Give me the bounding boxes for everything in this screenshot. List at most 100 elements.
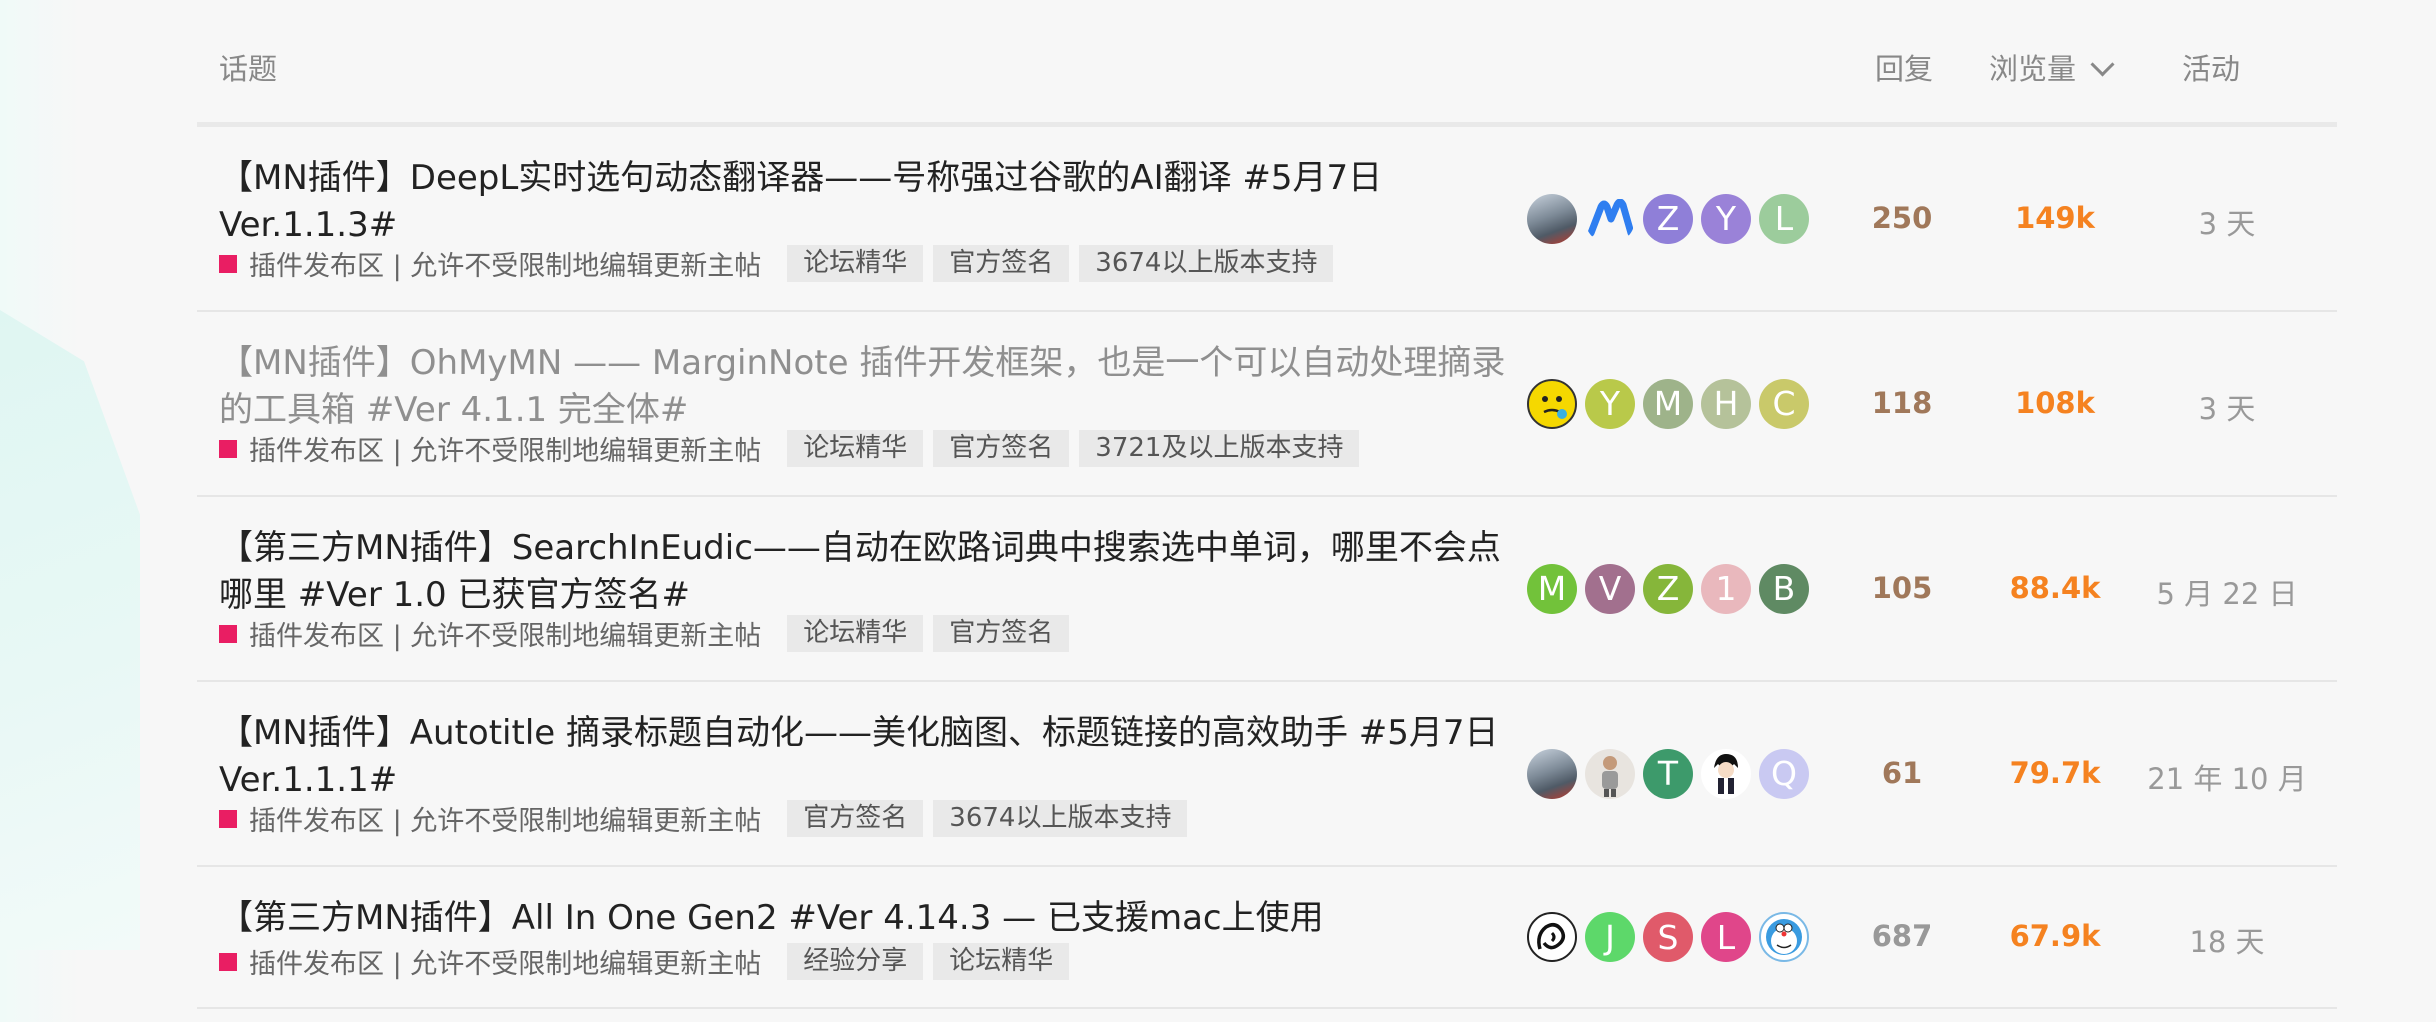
avatar[interactable]: H xyxy=(1701,378,1751,429)
chevron-down-icon xyxy=(2090,52,2115,77)
avatar-doraemon[interactable] xyxy=(1759,912,1809,962)
last-activity[interactable]: 18 天 xyxy=(2142,919,2312,961)
topic-list-header: 话题 回复 浏览量 活动 xyxy=(197,0,2337,127)
last-activity[interactable]: 3 天 xyxy=(2142,386,2312,428)
avatar[interactable]: L xyxy=(1701,912,1751,962)
topic-tag[interactable]: 论坛精华 xyxy=(787,615,924,652)
avatar[interactable]: M xyxy=(1643,378,1693,429)
category-link[interactable]: 插件发布区 | 允许不受限制地编辑更新主帖 xyxy=(249,614,761,653)
topic-title-link[interactable]: 【MN插件】Autotitle 摘录标题自动化——美化脑图、标题链接的高效助手 … xyxy=(219,710,1539,804)
avatar-photo[interactable] xyxy=(1527,748,1577,799)
category-color-badge xyxy=(219,809,237,828)
background-decoration xyxy=(0,310,140,950)
category-color-badge xyxy=(219,254,237,273)
topic-tag[interactable]: 3674以上版本支持 xyxy=(1079,245,1334,282)
avatar-photo[interactable] xyxy=(1527,193,1577,244)
topic-tag[interactable]: 官方签名 xyxy=(933,430,1070,467)
avatar[interactable]: 1 xyxy=(1701,563,1751,614)
header-replies[interactable]: 回复 xyxy=(1875,46,1933,88)
topic-title-line: 哪里 #Ver 1.0 已获官方签名# xyxy=(219,575,690,615)
topic-title-line: 【MN插件】OhMyMN —— MarginNote 插件开发框架，也是一个可以… xyxy=(219,343,1506,383)
topic-title-link[interactable]: 【第三方MN插件】SearchInEudic——自动在欧路词典中搜索选中单词，哪… xyxy=(219,525,1539,619)
view-count: 88.4k xyxy=(2009,570,2101,605)
avatar[interactable]: Z xyxy=(1643,193,1693,244)
topic-title-line: Ver.1.1.3# xyxy=(219,205,398,245)
topic-posters: TQ xyxy=(1527,748,1809,799)
topic-title-line: Ver.1.1.1# xyxy=(219,760,398,800)
topic-meta: 插件发布区 | 允许不受限制地编辑更新主帖 论坛精华 官方签名 3721及以上版本支持 xyxy=(219,430,1369,467)
category-color-badge xyxy=(219,952,237,971)
header-topic[interactable]: 话题 xyxy=(219,46,277,88)
topic-title-link[interactable]: 【MN插件】DeepL实时选句动态翻译器——号称强过谷歌的AI翻译 #5月7日 V… xyxy=(219,155,1539,249)
avatar[interactable]: C xyxy=(1759,378,1809,429)
topic-meta: 插件发布区 | 允许不受限制地编辑更新主帖 论坛精华 官方签名 xyxy=(219,615,1079,652)
topic-meta: 插件发布区 | 允许不受限制地编辑更新主帖 论坛精华 官方签名 3674以上版本支持 xyxy=(219,245,1343,282)
avatar-logo-icon[interactable] xyxy=(1585,194,1635,244)
topic-title-line: 【第三方MN插件】SearchInEudic——自动在欧路词典中搜索选中单词，哪… xyxy=(219,528,1501,568)
topic-posters: JSL xyxy=(1527,912,1809,962)
header-views[interactable]: 浏览量 xyxy=(1989,46,2115,88)
category-color-badge xyxy=(219,624,237,643)
topic-row[interactable]: 【MN插件】Autotitle 摘录标题自动化——美化脑图、标题链接的高效助手 … xyxy=(197,682,2337,867)
topic-tag[interactable]: 官方签名 xyxy=(787,800,924,837)
topic-tag[interactable]: 论坛精华 xyxy=(787,245,924,282)
category-link[interactable]: 插件发布区 | 允许不受限制地编辑更新主帖 xyxy=(249,429,761,468)
avatar[interactable]: Y xyxy=(1585,378,1635,429)
category-link[interactable]: 插件发布区 | 允许不受限制地编辑更新主帖 xyxy=(249,244,761,283)
topic-tag[interactable]: 经验分享 xyxy=(787,943,924,980)
topic-row[interactable]: 【MN插件】DeepL实时选句动态翻译器——号称强过谷歌的AI翻译 #5月7日 V… xyxy=(197,127,2337,312)
header-activity[interactable]: 活动 xyxy=(2182,46,2240,88)
avatar-sketch[interactable] xyxy=(1527,912,1577,962)
topic-meta: 插件发布区 | 允许不受限制地编辑更新主帖 经验分享 论坛精华 xyxy=(219,943,1079,980)
reply-count[interactable]: 105 xyxy=(1837,571,1967,605)
reply-count[interactable]: 61 xyxy=(1837,756,1967,790)
view-count: 149k xyxy=(2015,200,2095,235)
topic-title-line: 【MN插件】DeepL实时选句动态翻译器——号称强过谷歌的AI翻译 #5月7日 xyxy=(219,158,1383,198)
avatar[interactable]: Y xyxy=(1701,193,1751,244)
avatar[interactable]: T xyxy=(1643,748,1693,799)
topic-posters: YMHC xyxy=(1527,378,1809,429)
category-color-badge xyxy=(219,439,237,458)
topic-title-line: 【第三方MN插件】All In One Gen2 #Ver 4.14.3 — 已… xyxy=(219,898,1324,938)
topic-posters: MVZ1B xyxy=(1527,563,1809,614)
topic-title-link[interactable]: 【MN插件】OhMyMN —— MarginNote 插件开发框架，也是一个可以… xyxy=(219,340,1539,434)
category-link[interactable]: 插件发布区 | 允许不受限制地编辑更新主帖 xyxy=(249,799,761,838)
avatar-anime[interactable] xyxy=(1701,748,1751,799)
avatar[interactable]: J xyxy=(1585,912,1635,962)
reply-count[interactable]: 118 xyxy=(1837,386,1967,420)
topic-tag[interactable]: 论坛精华 xyxy=(787,430,924,467)
avatar[interactable]: V xyxy=(1585,563,1635,614)
avatar-figure[interactable] xyxy=(1585,748,1635,799)
topic-meta: 插件发布区 | 允许不受限制地编辑更新主帖 官方签名 3674以上版本支持 xyxy=(219,800,1197,837)
avatar-emoji[interactable] xyxy=(1527,378,1577,429)
view-count: 79.7k xyxy=(2009,755,2101,790)
avatar[interactable]: Q xyxy=(1759,748,1809,799)
topic-row[interactable]: 【第三方MN插件】SearchInEudic——自动在欧路词典中搜索选中单词，哪… xyxy=(197,497,2337,682)
topic-title-line: 的工具箱 #Ver 4.1.1 完全体# xyxy=(219,390,689,430)
topic-row[interactable]: 【第三方MN插件】All In One Gen2 #Ver 4.14.3 — 已… xyxy=(197,867,2337,1009)
reply-count[interactable]: 687 xyxy=(1837,919,1967,953)
topic-title-link[interactable]: 【第三方MN插件】All In One Gen2 #Ver 4.14.3 — 已… xyxy=(219,895,1539,942)
category-link[interactable]: 插件发布区 | 允许不受限制地编辑更新主帖 xyxy=(249,942,761,981)
last-activity[interactable]: 21 年 10 月 xyxy=(2142,756,2312,798)
avatar[interactable]: L xyxy=(1759,193,1809,244)
avatar[interactable]: S xyxy=(1643,912,1693,962)
avatar[interactable]: M xyxy=(1527,563,1577,614)
view-count: 67.9k xyxy=(2009,919,2101,953)
reply-count[interactable]: 250 xyxy=(1837,201,1967,235)
last-activity[interactable]: 5 月 22 日 xyxy=(2142,571,2312,613)
avatar[interactable]: B xyxy=(1759,563,1809,614)
last-activity[interactable]: 3 天 xyxy=(2142,201,2312,243)
topic-posters: ZYL xyxy=(1527,193,1809,244)
topic-tag[interactable]: 3674以上版本支持 xyxy=(933,800,1188,837)
topic-list: 话题 回复 浏览量 活动 【MN插件】DeepL实时选句动态翻译器——号称强过谷… xyxy=(197,0,2337,1009)
topic-row[interactable]: 【MN插件】OhMyMN —— MarginNote 插件开发框架，也是一个可以… xyxy=(197,312,2337,497)
header-views-label: 浏览量 xyxy=(1989,52,2077,86)
topic-tag[interactable]: 论坛精华 xyxy=(933,943,1070,980)
topic-tag[interactable]: 3721及以上版本支持 xyxy=(1079,430,1360,467)
view-count: 108k xyxy=(2015,385,2095,420)
avatar[interactable]: Z xyxy=(1643,563,1693,614)
topic-tag[interactable]: 官方签名 xyxy=(933,245,1070,282)
topic-title-line: 【MN插件】Autotitle 摘录标题自动化——美化脑图、标题链接的高效助手 … xyxy=(219,713,1499,753)
topic-tag[interactable]: 官方签名 xyxy=(933,615,1070,652)
